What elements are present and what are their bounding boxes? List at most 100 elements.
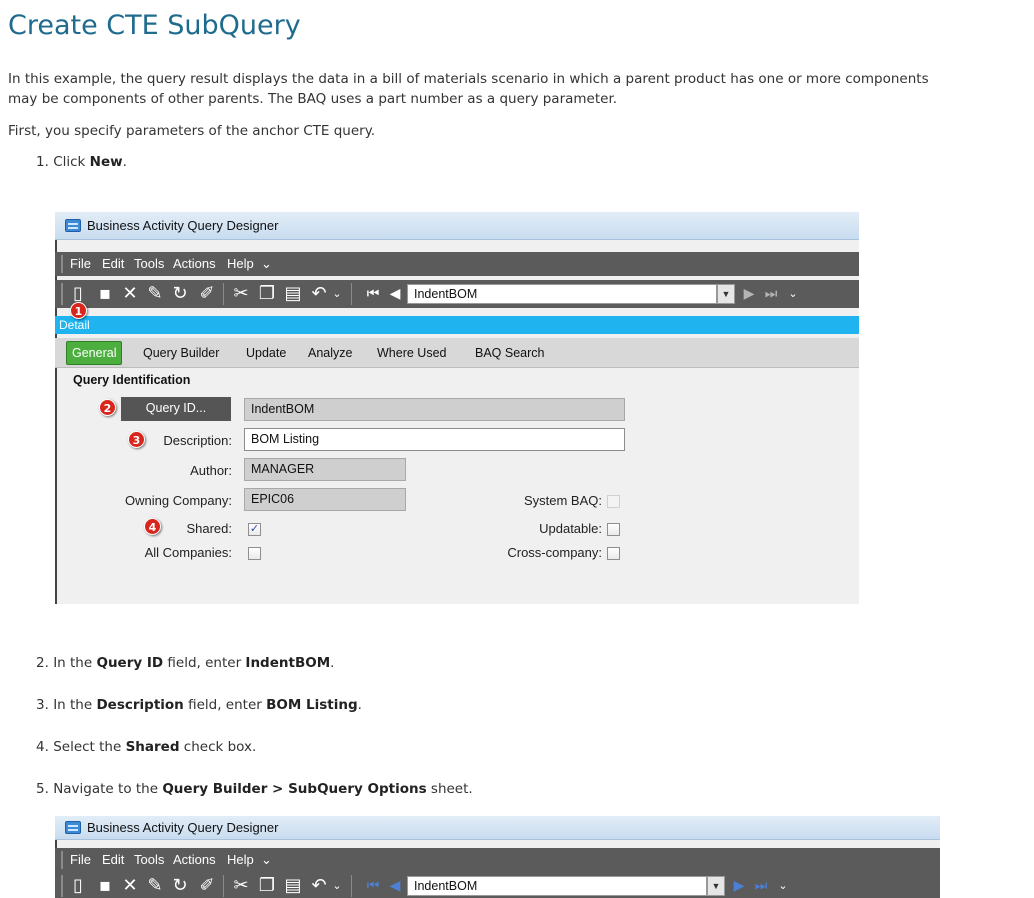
- cross-company-label: Cross-company:: [507, 545, 602, 560]
- cross-company-checkbox[interactable]: [607, 547, 620, 560]
- last-record-icon[interactable]: ⏭: [751, 876, 771, 896]
- first-paragraph: First, you specify parameters of the anc…: [8, 123, 376, 139]
- undo-icon[interactable]: ↶: [309, 876, 329, 896]
- record-combo[interactable]: IndentBOM: [407, 284, 717, 304]
- nav-overflow-icon[interactable]: ⌄: [787, 284, 799, 304]
- window-title: Business Activity Query Designer: [87, 218, 279, 233]
- menu-help[interactable]: Help: [227, 852, 254, 867]
- owning-company-field: EPIC06: [244, 488, 406, 511]
- app-window-1: Business Activity Query Designer File Ed…: [55, 212, 859, 604]
- callout-2: 2: [99, 399, 116, 416]
- tab-general[interactable]: General: [66, 341, 123, 365]
- previous-record-icon[interactable]: ◀: [385, 876, 405, 896]
- menu-bar: File Edit Tools Actions Help ⌄: [55, 848, 940, 872]
- detail-bar: Detail: [55, 316, 859, 334]
- tab-where-used[interactable]: Where Used: [377, 346, 446, 360]
- menu-overflow-icon[interactable]: ⌄: [261, 256, 272, 272]
- last-record-icon[interactable]: ⏭: [761, 284, 781, 304]
- step-3: 3. In the Description field, enter BOM L…: [36, 697, 362, 713]
- paste-icon[interactable]: ▤: [283, 284, 303, 304]
- document-title: Create CTE SubQuery: [8, 10, 301, 41]
- all-companies-checkbox[interactable]: [248, 547, 261, 560]
- system-baq-label: System BAQ:: [523, 493, 602, 508]
- toolbar: ▯ ▪ ✕ ✎ ↻ ✐ ✂ ❐ ▤ ↶ ⌄ ⏮ ◀ IndentBOM ▼ ▶ …: [55, 872, 940, 898]
- delete-icon[interactable]: ✕: [120, 284, 140, 304]
- description-label: Description:: [163, 433, 232, 448]
- tab-analyze[interactable]: Analyze: [308, 346, 352, 360]
- description-field[interactable]: BOM Listing: [244, 428, 625, 451]
- callout-1: 1: [70, 302, 87, 319]
- step-5: 5. Navigate to the Query Builder > SubQu…: [36, 781, 473, 797]
- cut-icon[interactable]: ✂: [231, 876, 251, 896]
- menu-edit[interactable]: Edit: [102, 256, 124, 271]
- menu-actions[interactable]: Actions: [173, 852, 216, 867]
- query-id-button[interactable]: Query ID...: [121, 397, 231, 421]
- save-icon[interactable]: ▪: [95, 876, 115, 896]
- toolbar-separator: [351, 875, 352, 897]
- new-file-icon[interactable]: ▯: [68, 284, 88, 304]
- window-title: Business Activity Query Designer: [87, 820, 279, 835]
- step-2: 2. In the Query ID field, enter IndentBO…: [36, 655, 335, 671]
- shared-label: Shared:: [186, 521, 232, 536]
- app-icon: [65, 219, 81, 232]
- save-icon[interactable]: ▪: [95, 284, 115, 304]
- menu-file[interactable]: File: [70, 256, 91, 271]
- copy-icon[interactable]: ❐: [257, 876, 277, 896]
- attach-icon[interactable]: ✎: [145, 284, 165, 304]
- cut-icon[interactable]: ✂: [231, 284, 251, 304]
- nav-overflow-icon[interactable]: ⌄: [777, 876, 789, 896]
- system-baq-checkbox: [607, 495, 620, 508]
- refresh-icon[interactable]: ↻: [170, 876, 190, 896]
- menu-tools[interactable]: Tools: [134, 256, 164, 271]
- app-icon: [65, 821, 81, 834]
- author-field: MANAGER: [244, 458, 406, 481]
- record-combo-dropdown-icon[interactable]: ▼: [717, 284, 735, 304]
- toolbar-grip[interactable]: [61, 875, 63, 897]
- next-record-icon[interactable]: ▶: [739, 284, 759, 304]
- paste-icon[interactable]: ▤: [283, 876, 303, 896]
- menu-edit[interactable]: Edit: [102, 852, 124, 867]
- step-4: 4. Select the Shared check box.: [36, 739, 257, 755]
- previous-record-icon[interactable]: ◀: [385, 284, 405, 304]
- record-combo[interactable]: IndentBOM: [407, 876, 707, 896]
- clear-icon[interactable]: ✐: [197, 876, 217, 896]
- record-combo-dropdown-icon[interactable]: ▼: [707, 876, 725, 896]
- all-companies-label: All Companies:: [144, 545, 232, 560]
- menu-actions[interactable]: Actions: [173, 256, 216, 271]
- toolbar-separator: [223, 283, 224, 305]
- first-record-icon[interactable]: ⏮: [363, 284, 383, 304]
- menu-tools[interactable]: Tools: [134, 852, 164, 867]
- attach-icon[interactable]: ✎: [145, 876, 165, 896]
- menu-file[interactable]: File: [70, 852, 91, 867]
- menu-grip[interactable]: [61, 851, 63, 869]
- callout-3: 3: [128, 431, 145, 448]
- tab-baq-search[interactable]: BAQ Search: [475, 346, 544, 360]
- copy-icon[interactable]: ❐: [257, 284, 277, 304]
- delete-icon[interactable]: ✕: [120, 876, 140, 896]
- toolbar-grip[interactable]: [61, 283, 63, 305]
- app-window-2: Business Activity Query Designer File Ed…: [55, 816, 940, 898]
- tab-update[interactable]: Update: [246, 346, 286, 360]
- menu-bar: File Edit Tools Actions Help ⌄: [55, 252, 859, 276]
- new-file-icon[interactable]: ▯: [68, 876, 88, 896]
- undo-icon[interactable]: ↶: [309, 284, 329, 304]
- toolbar-overflow-icon[interactable]: ⌄: [331, 284, 343, 304]
- next-record-icon[interactable]: ▶: [729, 876, 749, 896]
- title-bar: Business Activity Query Designer: [55, 816, 940, 840]
- intro-paragraph-line-2: may be components of other parents. The …: [8, 91, 618, 107]
- menu-overflow-icon[interactable]: ⌄: [261, 852, 272, 868]
- first-record-icon[interactable]: ⏮: [363, 876, 383, 896]
- menu-help[interactable]: Help: [227, 256, 254, 271]
- owning-company-label: Owning Company:: [125, 493, 232, 508]
- refresh-icon[interactable]: ↻: [170, 284, 190, 304]
- step-1: 1. Click New.: [36, 154, 127, 170]
- toolbar-separator: [351, 283, 352, 305]
- menu-grip[interactable]: [61, 255, 63, 273]
- toolbar-overflow-icon[interactable]: ⌄: [331, 876, 343, 896]
- clear-icon[interactable]: ✐: [197, 284, 217, 304]
- tab-query-builder[interactable]: Query Builder: [143, 346, 219, 360]
- toolbar: ▯ ▪ ✕ ✎ ↻ ✐ ✂ ❐ ▤ ↶ ⌄ ⏮ ◀ IndentBOM ▼ ▶ …: [55, 280, 859, 308]
- updatable-checkbox[interactable]: [607, 523, 620, 536]
- query-id-field[interactable]: IndentBOM: [244, 398, 625, 421]
- shared-checkbox[interactable]: ✓: [248, 523, 261, 536]
